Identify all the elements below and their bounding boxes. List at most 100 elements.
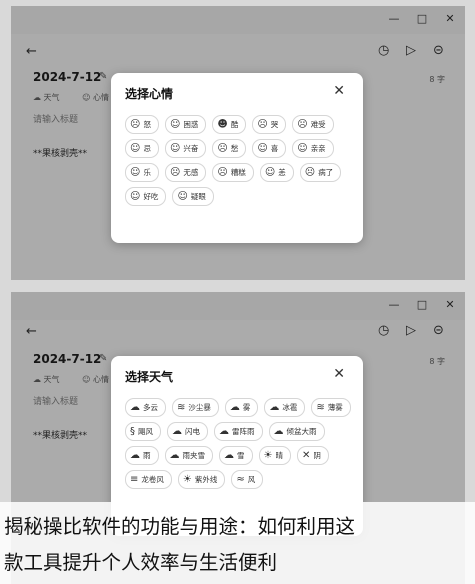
weather-option[interactable]: ☁ 雨 — [125, 446, 159, 465]
mood-icon: ☹ — [169, 167, 181, 178]
mood-icon: ☹ — [304, 167, 316, 178]
mood-icon: ☺ — [297, 143, 308, 154]
weather-option[interactable]: ☁ 冰雹 — [264, 398, 306, 417]
dialog-close-icon[interactable]: ✕ — [333, 83, 345, 99]
mood-label: 酷 — [230, 120, 239, 129]
mood-option[interactable]: ☻ 酷 — [212, 115, 247, 134]
mood-label: 糟糕 — [230, 168, 246, 177]
weather-icon: ≈ — [236, 474, 245, 485]
weather-option[interactable]: ☁ 多云 — [125, 398, 166, 417]
mood-option[interactable]: ☺ 忌 — [125, 139, 159, 158]
weather-label: 沙尘暴 — [188, 403, 211, 412]
weather-label: 雨 — [143, 451, 151, 460]
mood-icon: ☺ — [257, 143, 268, 154]
weather-icon: § — [130, 426, 135, 437]
mood-icon: ☹ — [217, 143, 228, 154]
weather-label: 薄雾 — [327, 403, 343, 412]
weather-label: 风 — [247, 475, 256, 484]
weather-label: 闪电 — [185, 427, 200, 436]
weather-option[interactable]: ≈ 风 — [231, 470, 264, 489]
weather-icon: ☀ — [263, 450, 273, 461]
dialog-close-icon[interactable]: ✕ — [333, 366, 345, 382]
mood-label: 兴奋 — [183, 144, 199, 153]
weather-label: 冰雹 — [282, 403, 298, 412]
mood-icon: ☹ — [257, 119, 268, 130]
mood-option[interactable]: ☹ 难受 — [292, 115, 334, 134]
mood-icon: ☹ — [217, 167, 228, 178]
mood-icon: ☺ — [130, 143, 141, 154]
mood-option[interactable]: ☺ 乐 — [125, 163, 159, 182]
mood-option[interactable]: ☺ 兴奋 — [164, 139, 207, 158]
mood-dialog: 选择心情 ✕ ☹ 怒 ☺ 困惑 ☻ 酷 ☹ 哭 ☹ 难受 ☺ 忌 ☺ 兴奋 ☹ 愁 ☺ 喜 ☺ 亲亲 ☺ 乐 ☹ 无感 ☹ 糟糕 ☺… — [111, 73, 363, 243]
weather-option[interactable]: ☀ 晴 — [258, 446, 291, 465]
weather-option[interactable]: ☀ 紫外线 — [177, 470, 226, 489]
mood-icon: ☹ — [297, 119, 308, 130]
weather-label: 阴 — [313, 451, 321, 460]
mood-label: 亲亲 — [310, 144, 326, 153]
mood-icon: ☺ — [130, 167, 141, 178]
mood-label: 好吃 — [143, 192, 159, 201]
weather-option[interactable]: ☁ 闪电 — [167, 422, 208, 441]
mood-label: 愁 — [230, 144, 239, 153]
weather-icon: ☁ — [224, 450, 234, 461]
weather-label: 多云 — [143, 403, 158, 412]
mood-label: 病了 — [318, 168, 334, 177]
mood-icon: ☺ — [130, 191, 141, 202]
mood-label: 忌 — [143, 144, 151, 153]
mood-option[interactable]: ☹ 愁 — [212, 139, 247, 158]
mood-option[interactable]: ☺ 喜 — [252, 139, 287, 158]
weather-option[interactable]: § 飓风 — [125, 422, 161, 441]
weather-icon: ≡ — [130, 474, 139, 485]
weather-label: 雨夹雪 — [182, 451, 206, 460]
weather-label: 飓风 — [138, 427, 153, 436]
mood-option[interactable]: ☹ 哭 — [252, 115, 287, 134]
mood-icon: ☺ — [177, 191, 188, 202]
weather-option[interactable]: ☁ 雪 — [219, 446, 253, 465]
weather-label: 紫外线 — [194, 475, 218, 484]
weather-icon: ☁ — [273, 426, 284, 437]
mood-label: 哭 — [270, 120, 279, 129]
weather-option[interactable]: ☁ 雷阵雨 — [214, 422, 263, 441]
mood-icon: ☺ — [264, 167, 276, 178]
mood-option[interactable]: ☺ 恙 — [259, 163, 294, 182]
weather-icon: ☁ — [130, 402, 140, 413]
weather-icon: ☁ — [219, 426, 229, 437]
mood-icon: ☹ — [130, 119, 141, 130]
mood-option[interactable]: ☺ 困惑 — [164, 115, 207, 134]
mood-label: 怒 — [143, 120, 151, 129]
weather-option[interactable]: ≡ 龙卷风 — [125, 470, 172, 489]
weather-icon: ☁ — [172, 426, 182, 437]
weather-label: 雾 — [242, 403, 251, 412]
weather-label: 雷阵雨 — [232, 427, 255, 436]
weather-label: 雪 — [237, 451, 245, 460]
weather-option[interactable]: ≋ 沙尘暴 — [172, 398, 219, 417]
mood-label: 疑眼 — [190, 192, 206, 201]
mood-label: 难受 — [310, 120, 326, 129]
mood-label: 喜 — [270, 144, 279, 153]
weather-icon: ≋ — [177, 402, 186, 413]
weather-icon: ☁ — [269, 402, 280, 413]
mood-option[interactable]: ☺ 疑眼 — [172, 187, 214, 206]
mood-option[interactable]: ☺ 好吃 — [125, 187, 167, 206]
mood-option[interactable]: ☹ 病了 — [299, 163, 342, 182]
mood-label: 困惑 — [183, 120, 199, 129]
weather-option[interactable]: ✕ 阴 — [296, 446, 329, 465]
caption-line-2: 款工具提升个人效率与生活便利 — [4, 551, 278, 574]
dialog-title: 选择天气 — [125, 370, 174, 384]
weather-option[interactable]: ≋ 薄雾 — [311, 398, 351, 417]
weather-icon: ≋ — [316, 402, 325, 413]
weather-icon: ☀ — [182, 474, 192, 485]
weather-option[interactable]: ☁ 雾 — [224, 398, 259, 417]
mood-option[interactable]: ☹ 糟糕 — [212, 163, 254, 182]
mood-icon: ☺ — [169, 119, 181, 130]
mood-option[interactable]: ☹ 无感 — [164, 163, 207, 182]
mood-screenshot-panel: — □ ✕ ← ◷ ▷ ⊝ 2024-7-12 ✎ 8 字 ☁ 天气 ☺ 心情 … — [11, 6, 465, 280]
weather-icon: ☁ — [169, 450, 180, 461]
mood-label: 恙 — [278, 168, 286, 177]
mood-option[interactable]: ☹ 怒 — [125, 115, 159, 134]
weather-option[interactable]: ☁ 雨夹雪 — [164, 446, 213, 465]
mood-option[interactable]: ☺ 亲亲 — [292, 139, 334, 158]
mood-label: 乐 — [143, 168, 151, 177]
weather-icon: ☁ — [130, 450, 140, 461]
weather-option[interactable]: ☁ 倾盆大雨 — [268, 422, 325, 441]
